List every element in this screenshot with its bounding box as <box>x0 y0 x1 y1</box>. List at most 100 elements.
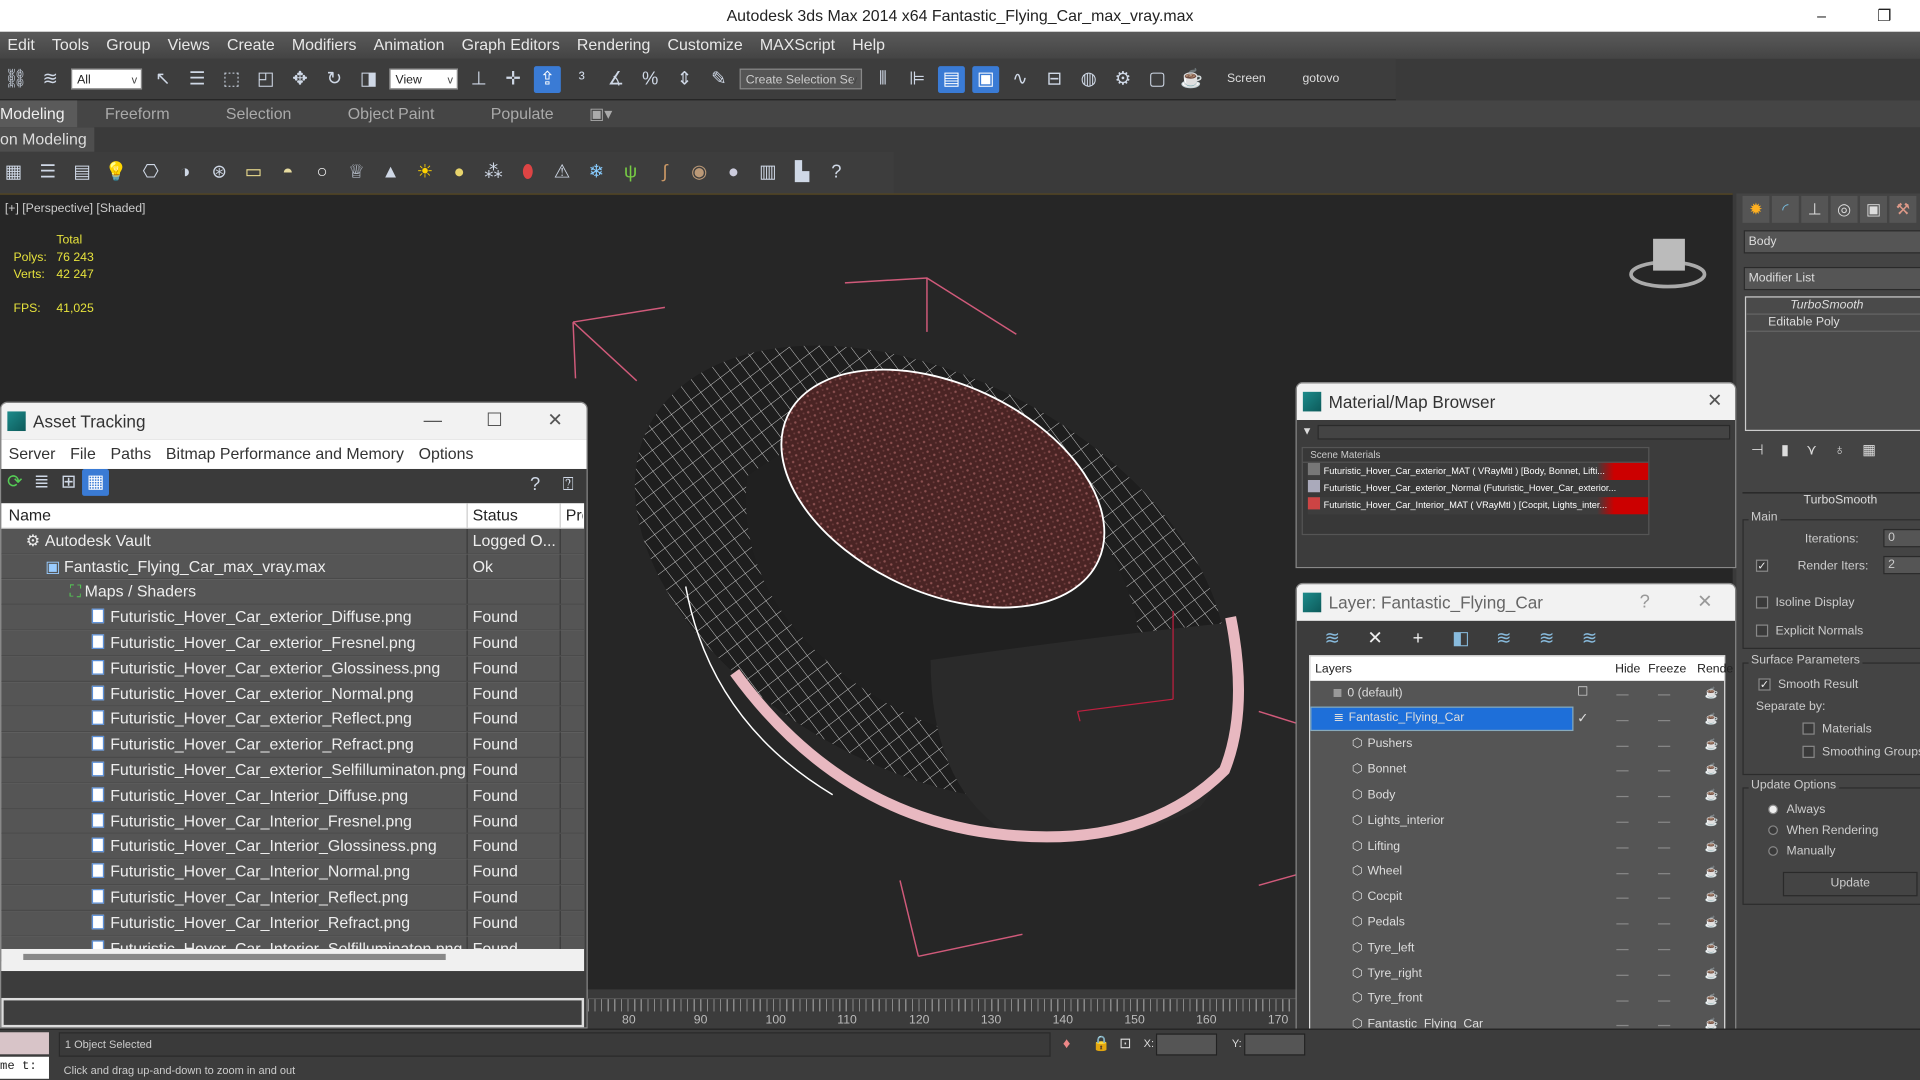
hide-toggle[interactable] <box>1616 872 1629 874</box>
column-status[interactable]: Status <box>468 503 561 528</box>
delete-layer-icon[interactable]: ✕ <box>1362 626 1389 653</box>
turbosmooth-rollout-title[interactable]: TurboSmooth <box>1742 492 1920 507</box>
utilities-tab-icon[interactable]: ⚒ <box>1889 195 1917 223</box>
asset-row[interactable]: ⛶ Maps / Shaders <box>1 579 585 606</box>
snowflake-icon[interactable]: ❄ <box>583 159 610 186</box>
layer-row[interactable]: ⬡ Body ☕ <box>1310 783 1724 808</box>
menu-modifiers[interactable]: Modifiers <box>285 32 367 59</box>
render-teapot-icon[interactable]: ☕ <box>1705 865 1719 878</box>
timeline-ruler[interactable]: 80 90 100 110 120 130 140 150 160 170 <box>587 997 1296 1030</box>
tree-view-icon[interactable]: ⊞ <box>55 469 82 496</box>
asset-row[interactable]: ▣ Fantastic_Flying_Car_max_vray.max Ok <box>1 554 585 580</box>
render-teapot-icon[interactable]: ☕ <box>1705 942 1719 955</box>
select-by-name-icon[interactable]: ☰ <box>184 66 211 93</box>
menu-customize[interactable]: Customize <box>660 32 752 59</box>
stack-item-editable-poly[interactable]: Editable Poly <box>1746 315 1920 332</box>
freeze-toggle[interactable] <box>1657 872 1671 874</box>
motion-tab-icon[interactable]: ◎ <box>1830 195 1858 223</box>
current-layer-check-icon[interactable]: ✓ <box>1577 710 1588 726</box>
plane-icon[interactable]: ▭ <box>240 159 267 186</box>
stack-controls[interactable]: ⊣▮⋎♁▦ <box>1751 441 1893 458</box>
asset-row[interactable]: Futuristic_Hover_Car_exterior_Diffuse.pn… <box>1 605 585 631</box>
layer-row[interactable]: ⬡ Wheel ☕ <box>1310 859 1724 884</box>
y-coord-field[interactable] <box>1244 1033 1306 1056</box>
horizontal-scrollbar[interactable] <box>1 948 585 972</box>
column-render[interactable]: Rende <box>1697 662 1733 675</box>
menu-edit[interactable]: Edit <box>0 32 45 59</box>
layer-row[interactable]: ⬡ Bonnet ☕ <box>1310 757 1724 782</box>
spinner-snap-icon[interactable]: ⇕ <box>671 66 698 93</box>
edit-named-sel-icon[interactable]: ✎ <box>705 66 732 93</box>
stack-item-turbosmooth[interactable]: TurboSmooth <box>1746 298 1920 315</box>
freeze-toggle[interactable] <box>1657 821 1671 823</box>
when-rendering-radio[interactable] <box>1768 825 1778 836</box>
freeze-toggle[interactable] <box>1657 948 1671 951</box>
context-help-icon[interactable]: ⍰ <box>555 471 582 498</box>
render-iters-field[interactable]: 2 <box>1883 555 1920 575</box>
light-icon[interactable]: 💡 <box>103 159 130 186</box>
freeze-toggle[interactable] <box>1657 694 1671 696</box>
rect-selection-icon[interactable]: ⬚ <box>218 66 245 93</box>
sphere-icon[interactable]: ○ <box>309 159 336 186</box>
column-freeze[interactable]: Freeze <box>1648 662 1686 675</box>
omni-light-icon[interactable]: ● <box>446 159 473 186</box>
asset-row[interactable]: Futuristic_Hover_Car_Interior_Normal.png… <box>1 859 585 886</box>
help-icon[interactable]: ? <box>522 471 549 498</box>
manually-radio[interactable] <box>1768 846 1778 857</box>
percent-snap-icon[interactable]: % <box>637 66 664 93</box>
layer-row[interactable]: ⬡ Tyre_front ☕ <box>1310 986 1724 1011</box>
select-layer-icon[interactable]: ≋ <box>1490 626 1517 653</box>
asset-row[interactable]: Futuristic_Hover_Car_Interior_Glossiness… <box>1 834 585 860</box>
hide-toggle[interactable] <box>1616 770 1629 772</box>
hierarchy-tab-icon[interactable]: ⊥ <box>1801 195 1829 223</box>
column-hide[interactable]: Hide <box>1615 662 1640 675</box>
hide-toggle[interactable] <box>1616 1025 1629 1027</box>
render-icon[interactable]: ▦ <box>0 159 27 186</box>
hide-toggle[interactable] <box>1616 847 1629 849</box>
iterations-field[interactable]: 0 <box>1883 528 1920 548</box>
scrollbar-thumb[interactable] <box>23 953 446 961</box>
layer-row[interactable]: ≣ 0 (default) ☐ ☕ <box>1310 681 1724 706</box>
options-menu-icon[interactable]: ▼ <box>1302 425 1313 440</box>
create-layer-icon[interactable]: ≋ <box>1319 626 1346 653</box>
tab-freeform[interactable]: Freeform <box>77 100 198 127</box>
menu-views[interactable]: Views <box>160 32 219 59</box>
layer-row[interactable]: ⬡ Cocpit ☕ <box>1310 885 1724 910</box>
curve-editor-icon[interactable]: ∿ <box>1007 66 1034 93</box>
sun-icon[interactable]: ☀ <box>411 159 438 186</box>
minimize-button[interactable]: – <box>1817 0 1826 32</box>
menu-options[interactable]: Options <box>411 440 481 469</box>
material-editor-icon[interactable]: ◍ <box>1075 66 1102 93</box>
material-item[interactable]: Futuristic_Hover_Car_exterior_MAT ( VRay… <box>1307 462 1649 481</box>
hide-toggle[interactable] <box>1616 948 1629 951</box>
hide-toggle[interactable] <box>1616 694 1629 696</box>
ribbon-options-icon[interactable]: ▣▾ <box>582 100 620 127</box>
modify-tab-icon[interactable]: ◜ <box>1771 195 1799 223</box>
graphite-toggle-icon[interactable]: ▣ <box>972 65 1000 93</box>
freeze-toggle[interactable] <box>1657 745 1671 747</box>
select-objects-icon[interactable]: ◧ <box>1447 626 1474 653</box>
render-teapot-icon[interactable]: ☕ <box>1705 814 1719 827</box>
tab-modeling[interactable]: Modeling <box>0 100 77 128</box>
render-teapot-icon[interactable]: ☕ <box>1178 66 1205 93</box>
hide-toggle[interactable] <box>1616 974 1629 976</box>
dome-icon[interactable]: ◓ <box>274 159 301 186</box>
named-selection-dropdown[interactable]: Create Selection Se <box>739 68 863 91</box>
materials-checkbox[interactable] <box>1802 722 1815 736</box>
column-name[interactable]: Name <box>1 503 468 528</box>
menu-file[interactable]: File <box>63 440 103 469</box>
tab-populate[interactable]: Populate <box>463 100 582 127</box>
asset-row[interactable]: Futuristic_Hover_Car_exterior_Reflect.pn… <box>1 706 585 733</box>
render-teapot-icon[interactable]: ☕ <box>1705 687 1719 700</box>
asset-row[interactable]: Futuristic_Hover_Car_Interior_Fresnel.pn… <box>1 808 585 835</box>
asset-row[interactable]: Futuristic_Hover_Car_exterior_Normal.png… <box>1 681 585 707</box>
bind-spacewarp-icon[interactable]: ≋ <box>37 66 64 93</box>
menu-paths[interactable]: Paths <box>103 440 158 469</box>
render-teapot-icon[interactable]: ☕ <box>1705 738 1719 751</box>
scale-icon[interactable]: ◨ <box>355 66 382 93</box>
render-teapot-icon[interactable]: ☕ <box>1705 891 1719 904</box>
tab-object-paint[interactable]: Object Paint <box>320 100 463 127</box>
list-icon[interactable]: ☰ <box>34 159 61 186</box>
render-teapot-icon[interactable]: ☕ <box>1705 967 1719 980</box>
gotovo-label[interactable]: gotovo <box>1288 72 1354 85</box>
